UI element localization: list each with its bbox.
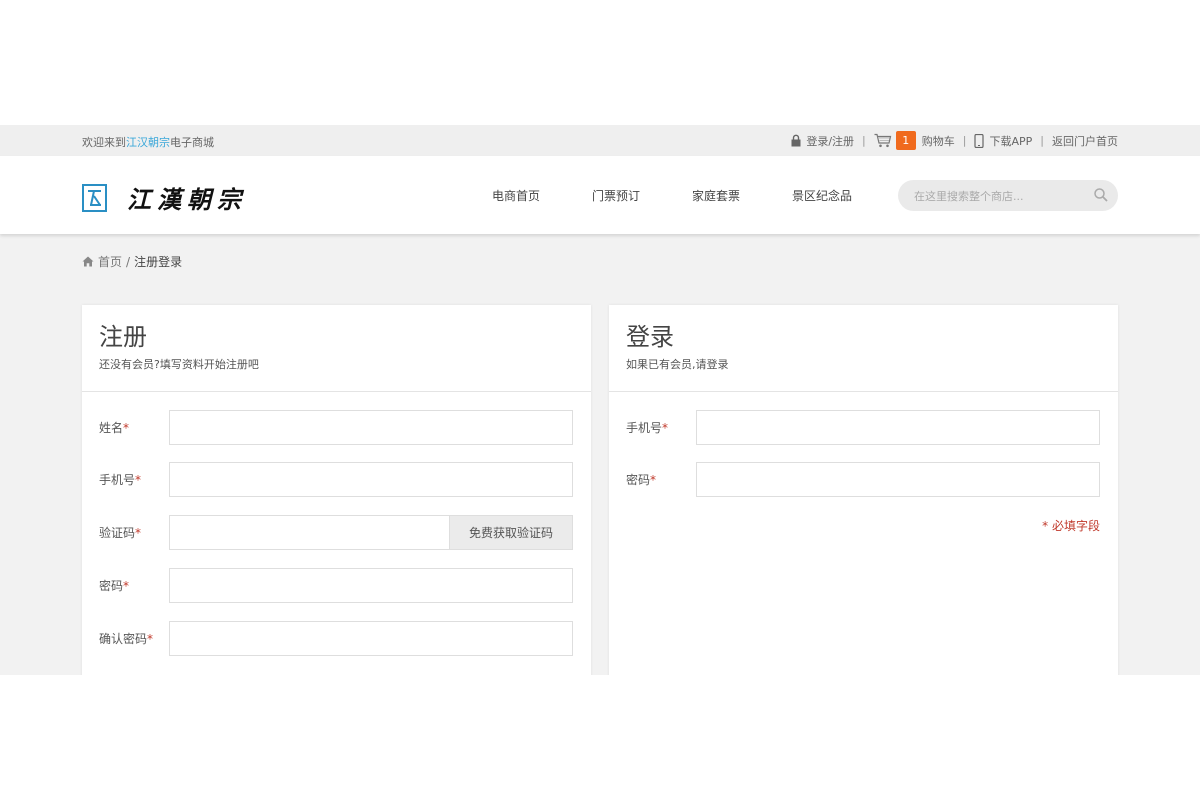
register-panel: 注册 还没有会员?填写资料开始注册吧 姓名* 手机号* 验证码* 免费获取验证码… — [82, 305, 591, 675]
nav-item-souvenirs[interactable]: 景区纪念品 — [792, 187, 852, 204]
login-register-label: 登录/注册 — [806, 134, 855, 148]
main-nav: 电商首页 门票预订 家庭套票 景区纪念品 — [492, 156, 904, 234]
search-input[interactable] — [914, 187, 1084, 205]
separator: | — [862, 134, 866, 147]
password-label: 密码* — [99, 579, 130, 593]
get-code-button[interactable]: 免费获取验证码 — [450, 515, 573, 550]
login-phone-row: 手机号* — [626, 410, 1100, 445]
welcome-message: 欢迎来到江汉朝宗电子商城 — [82, 134, 214, 150]
breadcrumb-home-link[interactable]: 首页 — [98, 253, 122, 270]
welcome-brand-link[interactable]: 江汉朝宗 — [126, 136, 170, 149]
nav-item-shop-home[interactable]: 电商首页 — [492, 187, 540, 204]
login-password-label: 密码* — [626, 473, 657, 487]
required-mark: * — [123, 421, 130, 435]
nav-item-family-package[interactable]: 家庭套票 — [692, 187, 740, 204]
name-label: 姓名* — [99, 421, 130, 435]
cart-label: 购物车 — [921, 134, 955, 148]
logo-mark-icon — [82, 183, 107, 212]
required-mark: * — [135, 526, 142, 540]
verification-code-field[interactable] — [169, 515, 450, 550]
code-label: 验证码* — [99, 526, 142, 540]
page-frame: 欢迎来到江汉朝宗电子商城 登录/注册 | 1 购物车 | 下载APP | 返回门… — [0, 125, 1200, 675]
login-title: 登录 — [626, 323, 674, 351]
register-title: 注册 — [99, 323, 147, 351]
register-phone-row: 手机号* — [99, 462, 573, 497]
back-portal-link[interactable]: 返回门户首页 — [1052, 133, 1118, 149]
top-bar: 欢迎来到江汉朝宗电子商城 登录/注册 | 1 购物车 | 下载APP | 返回门… — [0, 125, 1200, 156]
login-subtitle: 如果已有会员,请登录 — [626, 358, 729, 371]
breadcrumb-separator: / — [126, 254, 131, 269]
login-phone-field[interactable] — [696, 410, 1100, 445]
confirm-password-label: 确认密码* — [99, 632, 154, 646]
required-fields-note: * 必填字段 — [1042, 519, 1100, 533]
required-mark: * — [123, 579, 130, 593]
main-header: 江漢朝宗 电商首页 门票预订 家庭套票 景区纪念品 — [0, 156, 1200, 234]
required-mark: * — [135, 473, 142, 487]
register-code-row: 验证码* 免费获取验证码 — [99, 515, 573, 550]
password-field[interactable] — [169, 568, 573, 603]
mobile-phone-icon — [974, 133, 985, 148]
welcome-prefix: 欢迎来到 — [82, 136, 126, 149]
name-field[interactable] — [169, 410, 573, 445]
separator: | — [962, 134, 967, 147]
confirm-password-field[interactable] — [169, 621, 573, 656]
separator: | — [1040, 134, 1044, 147]
register-subtitle: 还没有会员?填写资料开始注册吧 — [99, 358, 259, 371]
logo-text: 江漢朝宗 — [127, 185, 247, 214]
phone-field[interactable] — [169, 462, 573, 497]
cart-icon — [874, 133, 892, 148]
top-bar-links: 登录/注册 | 1 购物车 | 下载APP | 返回门户首页 — [790, 125, 1118, 156]
nav-item-ticket-booking[interactable]: 门票预订 — [592, 187, 640, 204]
register-name-row: 姓名* — [99, 410, 573, 445]
breadcrumb-current: 注册登录 — [134, 255, 183, 269]
search-icon[interactable] — [1093, 187, 1109, 203]
register-password-row: 密码* — [99, 568, 573, 603]
required-mark: * — [662, 421, 669, 435]
register-confirm-row: 确认密码* — [99, 621, 573, 656]
login-password-field[interactable] — [696, 462, 1100, 497]
login-panel: 登录 如果已有会员,请登录 手机号* 密码* * 必填字段 — [609, 305, 1118, 675]
cart-link[interactable]: 1 购物车 — [874, 131, 955, 150]
search-box — [898, 180, 1118, 211]
required-mark: * — [147, 632, 154, 646]
download-app-label: 下载APP — [989, 134, 1033, 148]
breadcrumb: 首页 / 注册登录 — [82, 253, 182, 270]
login-register-link[interactable]: 登录/注册 — [790, 133, 854, 149]
register-panel-header: 注册 还没有会员?填写资料开始注册吧 — [82, 305, 591, 392]
cart-count-badge: 1 — [895, 131, 916, 150]
site-logo[interactable]: 江漢朝宗 — [82, 180, 247, 215]
login-password-row: 密码* — [626, 462, 1100, 497]
phone-label: 手机号* — [99, 473, 142, 487]
lock-icon — [791, 134, 801, 147]
download-app-link[interactable]: 下载APP — [974, 133, 1032, 149]
required-mark: * — [650, 473, 657, 487]
home-icon — [82, 256, 94, 267]
login-phone-label: 手机号* — [626, 421, 669, 435]
welcome-suffix: 电子商城 — [170, 136, 214, 149]
login-panel-header: 登录 如果已有会员,请登录 — [609, 305, 1118, 392]
